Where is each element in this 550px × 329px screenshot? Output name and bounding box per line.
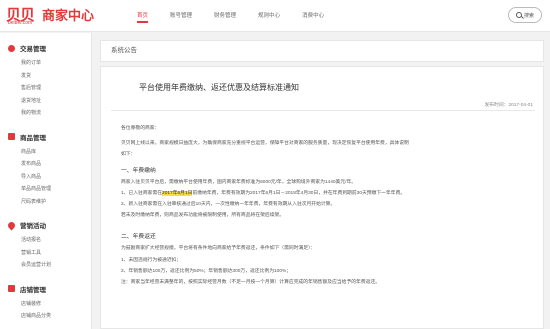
logo[interactable]: 贝贝 商家中心 beibei.com [6,3,106,29]
logo-title: 商家中心 [42,8,95,23]
notice-panel: 平台使用年费缴纳、返还优惠及结算标准通知 发布时间：2017-04-01 各位尊… [100,66,544,329]
nav-item-label: 财务管理 [214,13,237,19]
nav-item-label: 消费中心 [302,13,325,19]
search-label: 搜索 [523,12,534,19]
top-nav: 首页 账号管理 财务管理 规则中心 消费中心 [126,0,335,32]
top-header: 贝贝 商家中心 beibei.com 首页 账号管理 财务管理 规则中心 消费中心 搜索 [0,0,550,32]
merchant-center-app: 贝贝 商家中心 beibei.com 首页 账号管理 财务管理 规则中心 消费中心 搜索… [0,0,550,329]
sidebar-group-header[interactable]: 交易管理 [8,43,91,53]
greeting: 各位尊敬的商家： [121,126,160,131]
nav-item[interactable]: 账号管理 [159,0,203,32]
sidebar-group-header[interactable]: 营销活动 [6,220,91,230]
sidebar-item[interactable]: 发货 [8,70,91,83]
sidebar-group: 营销活动活动报名 营销工具 会员运营计划 [0,210,91,274]
sidebar-item[interactable]: 单品商品管理 [8,183,91,196]
sidebar-group-header[interactable]: 店铺管理 [8,284,91,294]
section-line: 商家入驻贝贝平台后，需缴纳平台使用年费，国内商家年费标准为6000元/年，全球购… [121,179,531,186]
section-line: 若未及时缴纳年费，则商品发布功能将被限制使用，所有商品将在架后续架。 [121,212,531,219]
sidebar-item[interactable]: 售后管理 [8,82,91,95]
sidebar: 交易管理我的订单 发货 售后管理 退货地址 我的物流商品管理商品库 发布商品 导入商品 单品商… [0,33,92,329]
nav-item[interactable]: 财务管理 [203,0,247,32]
sidebar-group: 商品管理商品库 发布商品 导入商品 单品商品管理 尺码表维护 [0,122,91,211]
shop-icon [8,285,15,292]
sidebar-item[interactable]: 营销工具 [8,247,91,260]
nav-item-label: 首页 [137,11,149,23]
intro-line: 如下： [121,152,136,158]
nav-item-label: 账号管理 [170,13,193,19]
logo-domain: beibei.com [8,20,33,26]
sidebar-item[interactable]: 活动报名 [8,234,91,247]
section-title: 一、年费缴纳 [121,167,156,174]
highlighted-date: 2017年6月1日 [162,190,193,196]
sidebar-item[interactable]: 导入商品 [8,171,91,184]
sidebar-item[interactable]: 我的订单 [8,57,91,70]
notice-title: 平台使用年费缴纳、返还优惠及结算标准通知 [139,83,299,92]
line-text: 1、已入驻商家需在 [121,190,163,196]
sidebar-item[interactable]: 我的物流 [8,107,91,120]
section-line: 为鼓励商家扩大经营规模，平台将有条件地向商家给予年费返还，条件如下（需同时满足）… [121,246,316,252]
sidebar-group-title: 营销活动 [20,223,46,230]
nav-item[interactable]: 消费中心 [291,0,335,32]
section-line: 2、新入驻商家需在入驻审核通过后10天内，一次性缴纳一年年费，年费有效期从入驻次… [121,201,531,208]
sidebar-item[interactable]: 会员运营计划 [8,259,91,272]
search-button[interactable]: 搜索 [508,7,542,23]
line-text: 若未及时缴纳年费，则商品发布功能将被限制使用，所有商品将在架后续架。 [121,213,285,219]
intro-line: 贝贝网上线以来，商家规模日益庞大，为确保商家充分重视平台运营，保障平台对商家的服… [121,141,409,147]
section-title: 二、年费返还 [121,234,156,241]
sidebar-item[interactable]: 发布商品 [8,158,91,171]
sidebar-item[interactable]: 店铺商品分类 [8,310,91,323]
marketing-icon [6,220,17,230]
section-line: 1、未因违规行为被通迟扣； [121,257,182,263]
line-text: 商家入驻贝贝平台后，需缴纳平台使用年费，国内商家年费标准为6000元/年，全球购… [121,179,357,185]
search-icon [515,12,522,18]
sidebar-item[interactable]: 退货地址 [8,95,91,108]
section-line: 2、年销售额达100万，返还比例为50%；年销售额达300万，返还比例为100%… [121,268,292,274]
divider [111,110,535,111]
sidebar-group-header[interactable]: 商品管理 [8,132,91,142]
nav-item[interactable]: 规则中心 [247,0,291,32]
line-text: 2、新入驻商家需在入驻审核通过后10天内，一次性缴纳一年年费，年费有效期从入驻次… [121,202,336,208]
notice-body: 各位尊敬的商家： 贝贝网上线以来，商家规模日益庞大，为确保商家充分重视平台运营，… [121,125,531,286]
notice-time: 发布时间：2017-04-01 [484,103,533,108]
sidebar-item[interactable]: 尺码表维护 [8,196,91,209]
sidebar-group: 店铺管理店铺装修 店铺商品分类 [0,274,91,325]
sidebar-item[interactable]: 店铺装修 [8,298,91,311]
section-line: 注：商家当年经营未满整年的，按照实际经营月数（不足一月按一个月算）计算应完成的年… [121,280,381,286]
goods-icon [8,133,15,140]
sidebar-group: 交易管理我的订单 发货 售后管理 退货地址 我的物流 [0,33,91,122]
sidebar-group-title: 店铺管理 [20,286,46,294]
nav-item[interactable]: 首页 [126,0,159,32]
nav-item-label: 规则中心 [258,13,281,19]
sidebar-group-title: 商品管理 [20,134,46,142]
trade-icon [8,44,15,52]
section2-lines: 为鼓励商家扩大经营规模，平台将有条件地向商家给予年费返还，条件如下（需同时满足）… [121,245,531,286]
line-text: 前缴纳年费，年费有效期为2017年6月1日－2018年4月30日，并在年费到期前… [192,190,406,196]
sidebar-group-title: 交易管理 [20,46,46,53]
section1-lines: 商家入驻贝贝平台后，需缴纳平台使用年费，国内商家年费标准为6000元/年，全球购… [121,179,531,220]
section-line: 1、已入驻商家需在2017年6月1日前缴纳年费，年费有效期为2017年6月1日－… [121,190,531,197]
breadcrumb: 系统公告 [100,40,544,62]
sidebar-item[interactable]: 商品库 [8,146,91,159]
